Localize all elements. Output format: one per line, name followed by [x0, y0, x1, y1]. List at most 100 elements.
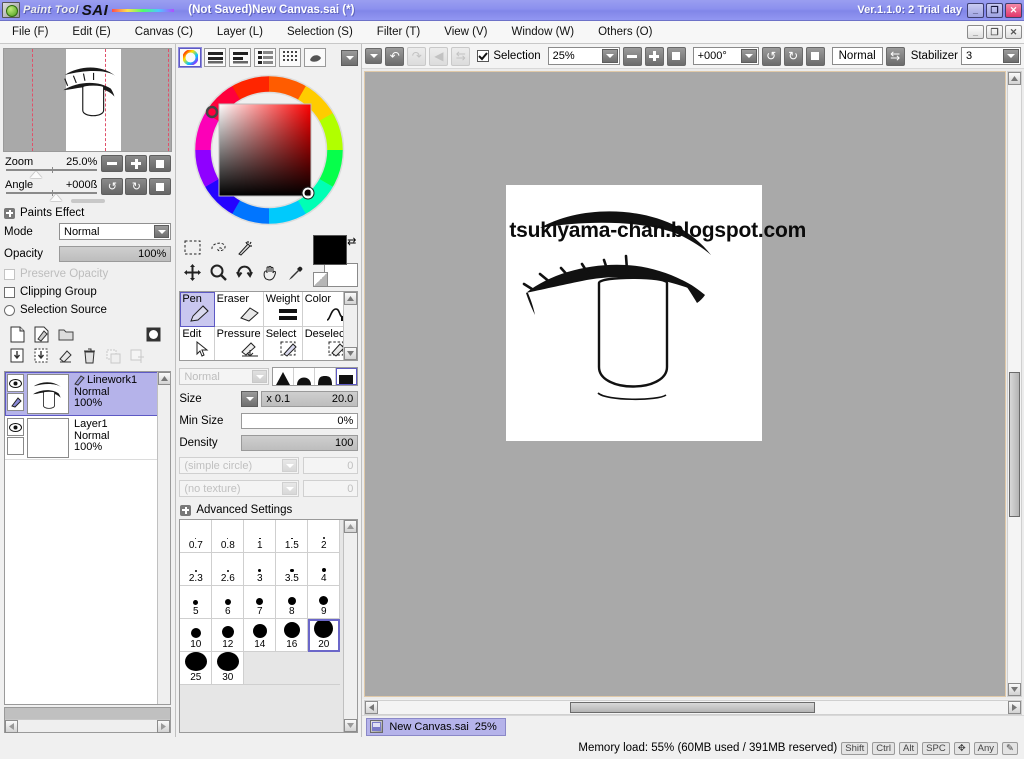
layer-selection-toggle[interactable]: [7, 437, 24, 455]
new-folder-icon[interactable]: [56, 325, 75, 343]
brush-size-preset-30[interactable]: 30: [212, 652, 245, 685]
brush-size-preset-20[interactable]: 20: [308, 619, 341, 652]
saturation-value-square[interactable]: [218, 103, 312, 197]
blank-tool-1[interactable]: [257, 235, 283, 260]
mdi-minimize-button[interactable]: _: [967, 25, 984, 39]
rgb-sliders-tab[interactable]: [204, 48, 227, 67]
menu-item-window[interactable]: Window (W): [499, 24, 586, 40]
layer-selection-toggle[interactable]: [7, 393, 24, 411]
rotate-left-button[interactable]: ↺: [101, 178, 124, 195]
color-wheel[interactable]: [184, 69, 354, 231]
brush-size-preset-1[interactable]: 1: [244, 520, 277, 553]
layer-item-layer1[interactable]: Layer1 Normal 100%: [5, 416, 171, 460]
tool-slot-weight[interactable]: Weight: [263, 292, 303, 327]
brush-size-preset-12[interactable]: 12: [212, 619, 245, 652]
chevron-down-icon[interactable]: [601, 49, 618, 63]
rect-select-tool[interactable]: [179, 235, 205, 260]
menu-item-edit[interactable]: Edit (E): [60, 24, 122, 40]
navigator-preview[interactable]: [3, 48, 173, 152]
brush-shape-texture-amount[interactable]: 0: [303, 457, 359, 474]
brush-size-preset-0.7[interactable]: 0.7: [180, 520, 213, 553]
flip-canvas-button[interactable]: ⇆: [885, 46, 905, 66]
canvas-horizontal-scrollbar[interactable]: [364, 700, 1022, 715]
canvas-scroll-left-button[interactable]: [365, 701, 379, 714]
layer-item-linework1[interactable]: Linework1 Normal 100%: [5, 372, 171, 416]
chevron-down-icon[interactable]: [154, 225, 170, 238]
brush-size-preset-10[interactable]: 10: [180, 619, 213, 652]
selection-toggle[interactable]: Selection: [477, 50, 541, 62]
document-tab[interactable]: New Canvas.sai 25%: [366, 717, 506, 736]
mdi-maximize-button[interactable]: ❐: [986, 25, 1003, 39]
eyedropper-tool[interactable]: [283, 260, 309, 285]
canvas-rotate-reset-button[interactable]: [805, 46, 825, 66]
expand-plus-icon[interactable]: [4, 207, 15, 219]
brush-size-preset-1.5[interactable]: 1.5: [276, 520, 309, 553]
layer-visibility-toggle[interactable]: [7, 374, 24, 392]
color-wheel-tab[interactable]: [178, 47, 203, 68]
brush-size-preset-16[interactable]: 16: [276, 619, 309, 652]
color-panel-menu-button[interactable]: [341, 49, 359, 66]
brush-size-preset-7[interactable]: 7: [244, 586, 277, 619]
brush-size-preset-5[interactable]: 5: [180, 586, 213, 619]
size-scroll-down-button[interactable]: [344, 719, 358, 732]
hand-tool[interactable]: [257, 260, 283, 285]
zoom-slider[interactable]: Zoom 25.0%: [4, 156, 99, 178]
maximize-button[interactable]: ❐: [986, 2, 1003, 18]
zoom-in-button[interactable]: [125, 155, 148, 172]
zoom-slider-knob[interactable]: [29, 171, 42, 178]
background-color-swatch[interactable]: [324, 263, 359, 287]
undo-button[interactable]: ↶: [385, 46, 405, 66]
view-mode-display[interactable]: Normal: [831, 47, 883, 65]
menu-item-filter[interactable]: Filter (T): [365, 24, 432, 40]
round-tip-shape[interactable]: [294, 368, 316, 385]
brush-size-presets[interactable]: 0.7 0.8 1 1.5 2 2.3 2.6 3 3.5 4 5 6 7 8 9 10 12 14 16 20 25 3…: [179, 519, 359, 733]
clear-layer-icon[interactable]: [56, 347, 75, 365]
brush-size-preset-14[interactable]: 14: [244, 619, 277, 652]
tool-slot-grid[interactable]: Pen Eraser Weight Color Edit Pressure Se…: [179, 291, 359, 361]
sharp-tip-shape[interactable]: [273, 368, 295, 385]
square-tip-shape[interactable]: [336, 368, 358, 385]
chevron-down-icon[interactable]: [740, 49, 757, 63]
zoom-slider-track[interactable]: [6, 167, 98, 178]
angle-slider[interactable]: Angle +000ß: [4, 179, 99, 201]
brush-size-preset-2.6[interactable]: 2.6: [212, 553, 245, 586]
close-button[interactable]: ✕: [1005, 2, 1022, 18]
layer-visibility-toggle[interactable]: [7, 418, 24, 436]
advanced-settings-section[interactable]: Advanced Settings: [180, 504, 357, 516]
rotate-reset-button[interactable]: [149, 178, 172, 195]
tool-scroll-down-button[interactable]: [344, 347, 358, 360]
scroll-up-button[interactable]: [158, 372, 171, 385]
foreground-color-swatch[interactable]: [313, 235, 348, 265]
brush-density-slider[interactable]: 100: [241, 435, 359, 451]
brush-size-preset-4[interactable]: 4: [308, 553, 341, 586]
selection-source-row[interactable]: Selection Source: [4, 304, 171, 316]
canvas-vertical-scrollbar[interactable]: [1007, 71, 1022, 697]
scroll-right-button[interactable]: [157, 720, 171, 733]
expand-plus-icon[interactable]: [180, 504, 192, 516]
brush-size-preset-0.8[interactable]: 0.8: [212, 520, 245, 553]
canvas-menu-button[interactable]: [365, 48, 383, 64]
tool-grid-scrollbar[interactable]: [343, 292, 358, 360]
brush-size-preset-2.3[interactable]: 2.3: [180, 553, 213, 586]
opacity-slider[interactable]: 100%: [59, 246, 172, 262]
new-layer-icon[interactable]: [8, 325, 27, 343]
size-scroll-up-button[interactable]: [344, 520, 358, 533]
canvas-viewport[interactable]: tsukiyama-chan.blogspot.com: [364, 71, 1006, 697]
menu-item-canvas[interactable]: Canvas (C): [123, 24, 205, 40]
brush-minsize-slider[interactable]: 0%: [241, 413, 359, 429]
menu-item-selection[interactable]: Selection (S): [275, 24, 365, 40]
selection-checkbox[interactable]: [477, 50, 490, 62]
swatch-grid-tab[interactable]: [279, 48, 302, 67]
canvas-scroll-down-button[interactable]: [1008, 683, 1021, 696]
mdi-close-button[interactable]: ✕: [1005, 25, 1022, 39]
menu-item-others[interactable]: Others (O): [586, 24, 664, 40]
canvas-scroll-right-button[interactable]: [1008, 701, 1021, 714]
zoom-out-button[interactable]: [101, 155, 124, 172]
tool-slot-pressure[interactable]: Pressure: [215, 327, 264, 360]
new-linework-layer-icon[interactable]: [32, 325, 51, 343]
rotate-tool[interactable]: [231, 260, 257, 285]
move-tool[interactable]: [179, 260, 205, 285]
zoom-reset-button[interactable]: [149, 155, 172, 172]
menu-item-view[interactable]: View (V): [432, 24, 499, 40]
brush-size-preset-2[interactable]: 2: [308, 520, 341, 553]
